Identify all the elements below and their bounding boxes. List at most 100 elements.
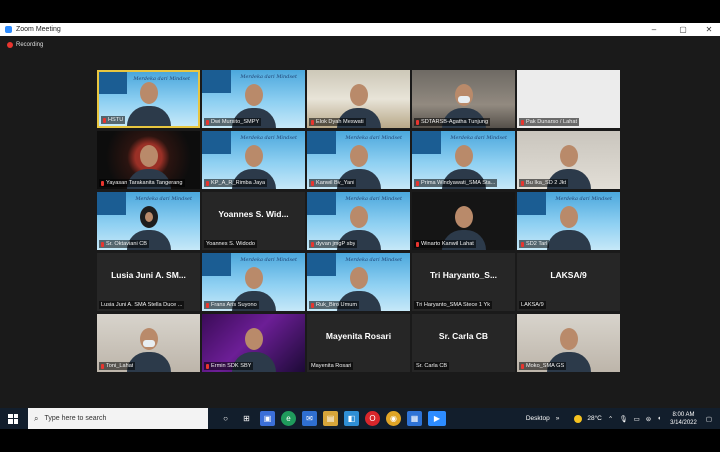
top-black-bar <box>0 0 720 23</box>
network-icon[interactable]: ⊜ <box>646 415 651 423</box>
participant-tile[interactable]: Merdeka dari Mindset Dwi Mursito_SMPY <box>202 70 305 128</box>
participant-tile[interactable]: Merdeka dari Mindset Prima Windyawati_SMA… <box>412 131 515 189</box>
microphone-tray-icon[interactable]: 🎙 <box>619 415 627 423</box>
participant-name: Yoannes S. Widodo <box>206 241 255 247</box>
participant-tile[interactable]: Sr. Carla CB Sr. Carla CB <box>412 314 515 372</box>
participant-name: Frans Aris Suyono <box>211 302 257 308</box>
window-title: Zoom Meeting <box>16 26 61 33</box>
taskbar-search-box[interactable]: ⌕ Type here to search <box>28 408 208 429</box>
temperature-readout[interactable]: 28°C <box>587 415 602 422</box>
maximize-button[interactable]: ▢ <box>675 23 691 36</box>
participant-name-label: Lusia Juni A. SMA Stella Duce ... <box>99 301 185 309</box>
toolbar-chevron-icon[interactable]: » <box>556 415 560 422</box>
windows-start-icon[interactable] <box>8 413 18 424</box>
participant-tile[interactable]: Merdeka dari Mindset Sr. Oktaviani CB <box>97 192 200 250</box>
task-view-icon[interactable]: ○ <box>218 411 233 426</box>
mail-icon[interactable]: ✉ <box>302 411 317 426</box>
muted-mic-icon <box>521 241 524 247</box>
participant-name: dyvan jmgP sby <box>316 241 356 247</box>
participant-name: Ruk_Biro Umum <box>316 302 358 308</box>
widgets-icon[interactable]: ⊞ <box>239 411 254 426</box>
muted-mic-icon <box>206 180 209 186</box>
participant-name: Dwi Mursito_SMPY <box>211 119 260 125</box>
participant-tile[interactable]: Merdeka dari Mindset HSTU <box>97 70 200 128</box>
participant-name: SD2 Tarl <box>526 241 548 247</box>
file-explorer-icon[interactable]: ▤ <box>323 411 338 426</box>
participant-name: LAKSA/9 <box>521 302 544 308</box>
participant-name: Sr. Carla CB <box>416 363 448 369</box>
participant-tile[interactable]: Merdeka dari Mindset Kanwil Bv_Yani <box>307 131 410 189</box>
participant-name-label: Mayenita Rosari <box>309 362 354 370</box>
participant-name: Ermin SDK SBY <box>211 363 252 369</box>
participant-name-label: KP_A_R_Rimba Jaya <box>204 179 268 187</box>
battery-icon[interactable]: ▭ <box>634 415 640 423</box>
participant-tile[interactable]: LAKSA/9 LAKSA/9 <box>517 253 620 311</box>
participant-name-label: Yayasan Tarakanita Tangerang <box>99 179 185 187</box>
participant-tile[interactable]: Toni_Lahat <box>97 314 200 372</box>
participant-name: Mayenita Rosari <box>311 363 352 369</box>
volume-icon[interactable]: ◖ <box>657 415 661 422</box>
minimize-button[interactable]: – <box>646 23 662 36</box>
close-button[interactable]: ✕ <box>701 23 717 36</box>
participant-tile[interactable]: SDTARSB-Agatha Tunjung <box>412 70 515 128</box>
muted-mic-icon <box>101 180 104 186</box>
participant-tile[interactable]: Pak Dunarso / Lahat <box>517 70 620 128</box>
participant-display-name: Lusia Juni A. SM... <box>111 270 186 280</box>
muted-mic-icon <box>311 119 314 125</box>
participant-name-label: dyvan jmgP sby <box>309 240 358 248</box>
record-dot-icon <box>7 42 13 48</box>
photos-icon[interactable]: ▦ <box>407 411 422 426</box>
participant-tile[interactable]: Merdeka dari Mindset dyvan jmgP sby <box>307 192 410 250</box>
participant-tile[interactable]: Bu Ika_SD 2 Jkt <box>517 131 620 189</box>
participant-display-name: LAKSA/9 <box>550 270 587 280</box>
participant-tile[interactable]: Merdeka dari Mindset Frans Aris Suyono <box>202 253 305 311</box>
participant-tile[interactable]: Elok Dyah Meswati <box>307 70 410 128</box>
muted-mic-icon <box>416 119 419 125</box>
opera-browser-icon[interactable]: O <box>365 411 380 426</box>
participant-tile[interactable]: Yayasan Tarakanita Tangerang <box>97 131 200 189</box>
participant-display-name: Tri Haryanto_S... <box>429 270 498 280</box>
participant-tile[interactable]: Merdeka dari Mindset KP_A_R_Rimba Jaya <box>202 131 305 189</box>
participant-name: Kanwil Bv_Yani <box>316 180 355 186</box>
participant-tile[interactable]: Tri Haryanto_S... Tri Haryanto_SMA Stece … <box>412 253 515 311</box>
outlook-icon[interactable]: ◧ <box>344 411 359 426</box>
participant-tile[interactable]: Merdeka dari Mindset Ruk_Biro Umum <box>307 253 410 311</box>
muted-mic-icon <box>206 363 209 369</box>
muted-mic-icon <box>206 302 209 308</box>
participant-video-person <box>126 76 171 126</box>
recording-indicator[interactable]: Recording <box>7 42 43 48</box>
participant-name-label: Ermin SDK SBY <box>204 362 254 370</box>
participant-tile[interactable]: Moko_SMA GS <box>517 314 620 372</box>
chrome-browser-icon[interactable]: ◉ <box>386 411 401 426</box>
participant-name-label: Moko_SMA GS <box>519 362 567 370</box>
participant-name-label: Elok Dyah Meswati <box>309 118 366 126</box>
clock-time: 8:00 AM <box>672 411 695 418</box>
participant-name-label: Frans Aris Suyono <box>204 301 259 309</box>
participant-name-label: Prima Windyawati_SMA Sta... <box>414 179 498 187</box>
participant-tile[interactable]: Merdeka dari Mindset SD2 Tarl <box>517 192 620 250</box>
participant-display-name: Sr. Carla CB <box>438 331 489 341</box>
store-icon[interactable]: ▣ <box>260 411 275 426</box>
participant-name-label: Winarto Kanwil Lahat <box>414 240 476 248</box>
edge-browser-icon[interactable]: e <box>281 411 296 426</box>
weather-sun-icon[interactable] <box>574 414 583 423</box>
show-hidden-icons-icon[interactable]: ⌃ <box>608 415 613 423</box>
participant-tile[interactable]: Lusia Juni A. SM... Lusia Juni A. SMA Ste… <box>97 253 200 311</box>
participant-name-label: Dwi Mursito_SMPY <box>204 118 262 126</box>
participant-tile[interactable]: Mayenita Rosari Mayenita Rosari <box>307 314 410 372</box>
participant-name-label: Yoannes S. Widodo <box>204 240 257 248</box>
notification-icon[interactable]: ▢ <box>706 415 712 423</box>
participant-display-name: Yoannes S. Wid... <box>218 209 289 219</box>
participant-name-label: Sr. Oktaviani CB <box>99 240 150 248</box>
muted-mic-icon <box>206 119 209 125</box>
participant-tile[interactable]: Ermin SDK SBY <box>202 314 305 372</box>
zoom-taskbar-icon[interactable]: ▶ <box>428 411 446 426</box>
participant-tile[interactable]: Winarto Kanwil Lahat <box>412 192 515 250</box>
participant-video-person <box>546 200 591 250</box>
desktop-toolbar-label[interactable]: Desktop <box>526 415 550 422</box>
participant-tile[interactable]: Yoannes S. Wid... Yoannes S. Widodo <box>202 192 305 250</box>
muted-mic-icon <box>101 241 104 247</box>
taskbar-clock[interactable]: 8:00 AM 3/14/2022 <box>670 411 697 427</box>
participant-name-label: Pak Dunarso / Lahat <box>519 118 579 126</box>
participant-name-label: Tri Haryanto_SMA Stece 1 Yk <box>414 301 492 309</box>
